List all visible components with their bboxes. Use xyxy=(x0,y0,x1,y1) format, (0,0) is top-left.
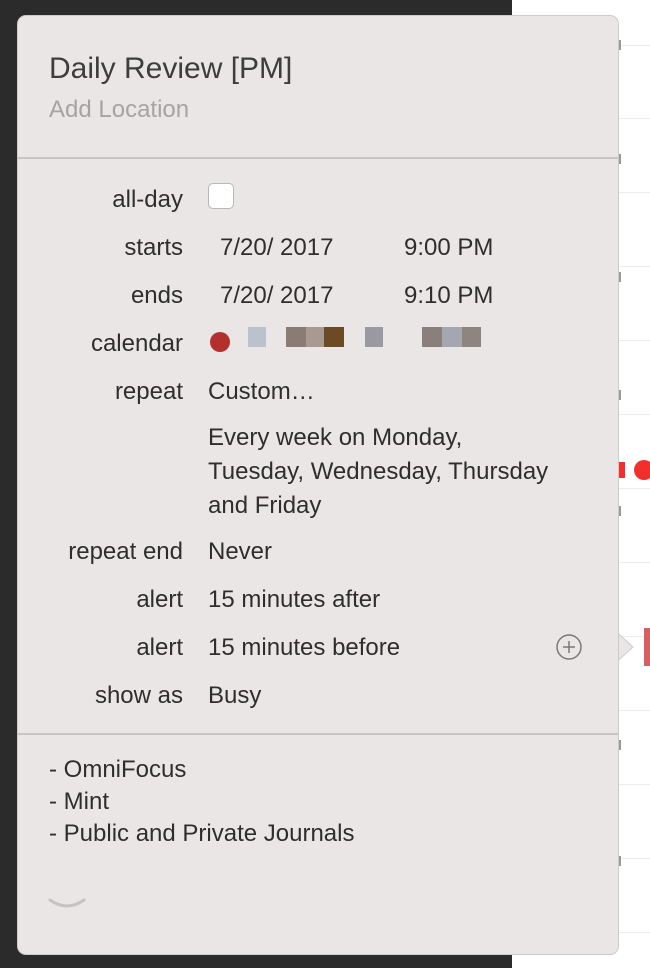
event-popover: Daily Review [PM] Add Location all-day s… xyxy=(18,16,618,954)
ends-label: ends xyxy=(130,282,183,309)
repeat-description-line: Tuesday, Wednesday, Thursday xyxy=(208,458,549,485)
repeat-description: Every week on Monday, Tuesday, Wednesday… xyxy=(208,421,608,523)
chevron-down-icon[interactable] xyxy=(48,896,86,912)
notes-field[interactable]: - OmniFocus - Mint - Public and Private … xyxy=(49,754,354,850)
alert-label: alert xyxy=(136,586,183,613)
calendar-name-obscured xyxy=(442,327,462,347)
repeat-description-line: and Friday xyxy=(208,492,322,519)
location-field[interactable]: Add Location xyxy=(49,96,189,124)
ends-time[interactable]: 9:10 PM xyxy=(404,282,493,310)
background-event-dot[interactable] xyxy=(634,460,650,480)
calendar-color-dot xyxy=(210,332,230,352)
header-divider xyxy=(18,157,618,159)
alert-value-1[interactable]: 15 minutes after xyxy=(208,586,380,614)
repeat-label: repeat xyxy=(114,378,183,405)
plus-circle-icon[interactable] xyxy=(556,634,582,660)
show-as-value[interactable]: Busy xyxy=(208,682,261,710)
repeat-value[interactable]: Custom… xyxy=(208,378,315,406)
background-event-block[interactable] xyxy=(644,628,650,666)
calendar-name-obscured xyxy=(365,327,383,347)
all-day-checkbox[interactable] xyxy=(208,183,234,209)
event-title[interactable]: Daily Review [PM] xyxy=(49,52,292,86)
starts-time[interactable]: 9:00 PM xyxy=(404,234,493,262)
starts-label: starts xyxy=(124,234,183,261)
notes-divider xyxy=(18,733,618,735)
calendar-name-obscured xyxy=(462,327,481,347)
show-as-label: show as xyxy=(94,682,183,709)
alert-value-2[interactable]: 15 minutes before xyxy=(208,634,400,662)
repeat-description-line: Every week on Monday, xyxy=(208,424,463,451)
calendar-name-obscured xyxy=(324,327,344,347)
calendar-name-obscured xyxy=(286,327,306,347)
alert-label: alert xyxy=(136,634,183,661)
repeat-end-label: repeat end xyxy=(68,538,183,565)
calendar-name-obscured xyxy=(248,327,266,347)
all-day-label: all-day xyxy=(112,186,183,213)
starts-date[interactable]: 7/20/ 2017 xyxy=(220,234,333,262)
calendar-label: calendar xyxy=(90,330,183,357)
note-line: - Mint xyxy=(49,788,109,815)
calendar-name-obscured xyxy=(306,327,324,347)
note-line: - OmniFocus xyxy=(49,756,187,783)
ends-date[interactable]: 7/20/ 2017 xyxy=(220,282,333,310)
calendar-name-obscured xyxy=(422,327,442,347)
note-line: - Public and Private Journals xyxy=(49,820,355,847)
repeat-end-value[interactable]: Never xyxy=(208,538,272,566)
